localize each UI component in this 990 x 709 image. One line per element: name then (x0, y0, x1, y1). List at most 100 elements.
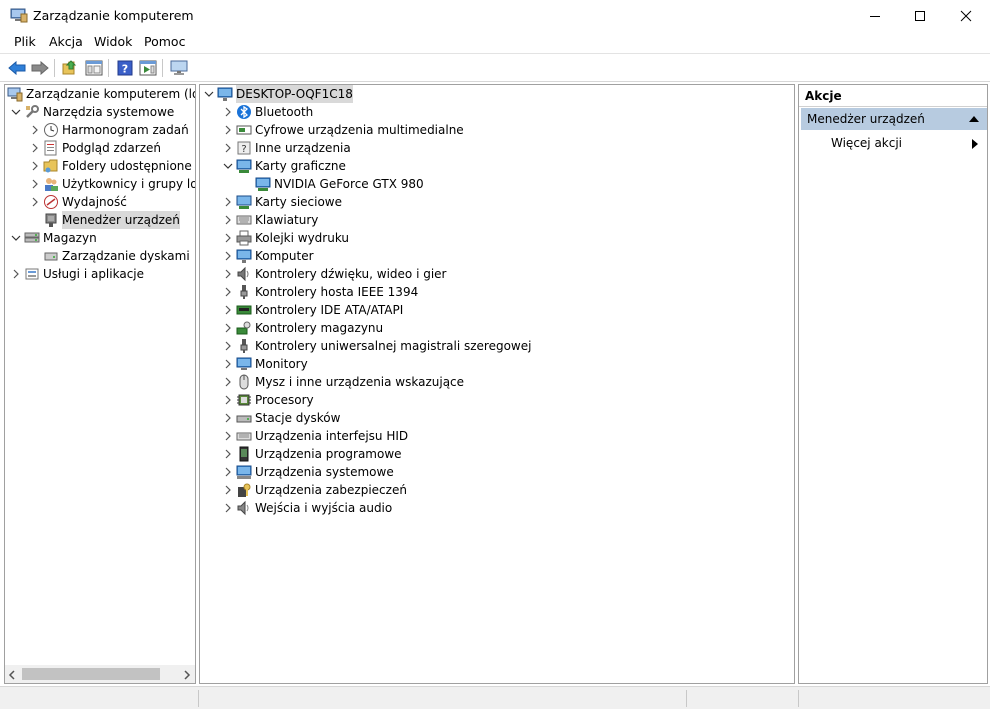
menu-help[interactable]: Pomoc (144, 34, 185, 49)
menu-action[interactable]: Akcja (49, 34, 83, 49)
device-category[interactable]: Kontrolery hosta IEEE 1394 (222, 283, 418, 301)
close-button[interactable] (943, 0, 989, 31)
device-tree: DESKTOP-OQF1C18 Bluetooth Cyfrowe urządzen… (199, 84, 795, 684)
status-bar (0, 686, 990, 709)
back-icon[interactable] (6, 57, 28, 79)
expand-right-icon[interactable] (222, 211, 234, 229)
scroll-left-arrow-icon[interactable] (8, 669, 16, 683)
expand-right-icon[interactable] (222, 103, 234, 121)
expand-right-icon[interactable] (222, 283, 234, 301)
toolbar-separator (162, 59, 163, 77)
actions-section-device-manager[interactable]: Menedżer urządzeń (801, 108, 987, 130)
more-actions-item[interactable]: Więcej akcji (831, 136, 902, 150)
computer-node[interactable]: DESKTOP-OQF1C18 (203, 85, 353, 103)
scrollbar-thumb[interactable] (22, 668, 160, 680)
expand-right-icon[interactable] (222, 499, 234, 517)
left-tree-item[interactable]: Harmonogram zadań (29, 121, 189, 139)
expand-right-icon[interactable] (222, 121, 234, 139)
device-category[interactable]: Komputer (222, 247, 314, 265)
device-category-label: Urządzenia interfejsu HID (255, 429, 409, 443)
expand-right-icon[interactable] (222, 301, 234, 319)
expand-right-icon[interactable] (29, 193, 41, 211)
device-item[interactable]: NVIDIA GeForce GTX 980 (241, 175, 424, 193)
expand-right-icon[interactable] (222, 427, 234, 445)
horizontal-scrollbar[interactable] (5, 665, 195, 683)
left-tree-item[interactable]: Magazyn (10, 229, 97, 247)
expand-right-icon[interactable] (222, 463, 234, 481)
properties-pane-icon[interactable] (137, 57, 159, 79)
expand-right-icon[interactable] (222, 355, 234, 373)
left-tree-item[interactable]: Użytkownicy i grupy lokalne (29, 175, 195, 193)
device-category[interactable]: Stacje dysków (222, 409, 340, 427)
device-category[interactable]: ? Inne urządzenia (222, 139, 351, 157)
device-category[interactable]: Wejścia i wyjścia audio (222, 499, 392, 517)
expand-right-icon[interactable] (29, 175, 41, 193)
expand-right-icon[interactable] (10, 265, 22, 283)
up-folder-icon[interactable] (60, 57, 82, 79)
device-category[interactable]: Kontrolery dźwięku, wideo i gier (222, 265, 446, 283)
device-category[interactable]: Karty graficzne (222, 157, 346, 175)
expand-right-icon[interactable] (222, 337, 234, 355)
expand-right-icon[interactable] (222, 247, 234, 265)
left-tree-item[interactable]: Menedżer urządzeń (29, 211, 180, 229)
shared-folder-icon (43, 158, 59, 174)
left-tree-item[interactable]: Wydajność (29, 193, 127, 211)
expand-right-icon[interactable] (222, 265, 234, 283)
left-tree-item-label: Użytkownicy i grupy lokalne (62, 177, 195, 191)
device-category[interactable]: Cyfrowe urządzenia multimedialne (222, 121, 464, 139)
menu-file[interactable]: Plik (14, 34, 36, 49)
minimize-button[interactable] (852, 0, 898, 31)
window-title: Zarządzanie komputerem (33, 8, 194, 23)
device-category-label: Karty graficzne (255, 159, 346, 173)
security-device-icon (236, 482, 252, 498)
left-tree-item[interactable]: Zarządzanie dyskami (29, 247, 190, 265)
menu-view[interactable]: Widok (94, 34, 132, 49)
device-category[interactable]: Kolejki wydruku (222, 229, 349, 247)
device-category[interactable]: Klawiatury (222, 211, 318, 229)
device-category[interactable]: Karty sieciowe (222, 193, 342, 211)
device-category[interactable]: Urządzenia interfejsu HID (222, 427, 408, 445)
device-category[interactable]: Urządzenia programowe (222, 445, 402, 463)
device-category[interactable]: Urządzenia systemowe (222, 463, 394, 481)
device-category[interactable]: Procesory (222, 391, 314, 409)
tree-root[interactable]: Zarządzanie komputerem (lokalny) (7, 85, 195, 103)
expand-right-icon[interactable] (222, 319, 234, 337)
scroll-right-arrow-icon[interactable] (183, 669, 191, 683)
expand-right-icon[interactable] (222, 391, 234, 409)
expand-right-icon[interactable] (29, 157, 41, 175)
expand-right-icon[interactable] (222, 193, 234, 211)
device-category[interactable]: Monitory (222, 355, 308, 373)
expand-down-icon[interactable] (10, 103, 22, 121)
show-hide-tree-icon[interactable] (83, 57, 105, 79)
maximize-button[interactable] (897, 0, 943, 31)
forward-icon[interactable] (29, 57, 51, 79)
monitor-icon[interactable] (168, 57, 190, 79)
device-category[interactable]: Mysz i inne urządzenia wskazujące (222, 373, 464, 391)
left-tree-item[interactable]: Usługi i aplikacje (10, 265, 144, 283)
device-category-label: Monitory (255, 357, 308, 371)
help-icon[interactable]: ? (114, 57, 136, 79)
left-tree-item[interactable]: Narzędzia systemowe (10, 103, 174, 121)
collapse-up-icon[interactable] (969, 116, 979, 122)
expand-right-icon[interactable] (222, 229, 234, 247)
expand-right-icon[interactable] (222, 481, 234, 499)
tree-root-label: Zarządzanie komputerem (lokalny) (26, 87, 195, 101)
left-tree-item[interactable]: Podgląd zdarzeń (29, 139, 161, 157)
device-category[interactable]: Urządzenia zabezpieczeń (222, 481, 407, 499)
expand-down-icon[interactable] (10, 229, 22, 247)
expand-right-icon[interactable] (222, 373, 234, 391)
device-category[interactable]: Kontrolery magazynu (222, 319, 383, 337)
device-category[interactable]: Kontrolery IDE ATA/ATAPI (222, 301, 403, 319)
device-category[interactable]: Bluetooth (222, 103, 313, 121)
device-category[interactable]: Kontrolery uniwersalnej magistrali szere… (222, 337, 531, 355)
expand-down-icon[interactable] (203, 85, 215, 103)
expand-right-icon[interactable] (29, 121, 41, 139)
storage-controller-icon (236, 320, 252, 336)
expand-down-icon[interactable] (222, 157, 234, 175)
actions-pane: Akcje Menedżer urządzeń Więcej akcji (798, 84, 988, 684)
left-tree-item[interactable]: Foldery udostępnione (29, 157, 192, 175)
expand-right-icon[interactable] (222, 445, 234, 463)
expand-right-icon[interactable] (222, 409, 234, 427)
expand-right-icon[interactable] (29, 139, 41, 157)
expand-right-icon[interactable] (222, 139, 234, 157)
